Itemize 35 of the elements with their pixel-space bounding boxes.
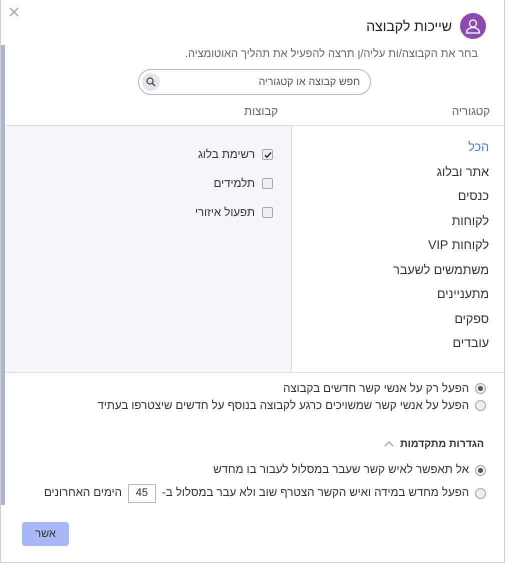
category-item[interactable]: כנסים [458, 187, 504, 212]
radio-label: הפעל מחדש במידה ואיש הקשר הצטרף שוב ולא עבר במסלול ב- [162, 487, 469, 500]
column-header: קטגוריה [452, 106, 491, 118]
dialog-title: שייכות לקבוצה [366, 18, 452, 34]
category-item[interactable]: ספקים [454, 310, 504, 334]
confirm-button[interactable]: אשר [22, 522, 69, 546]
radio-button[interactable] [475, 464, 486, 476]
close-icon[interactable] [9, 7, 19, 17]
radio-label: הימים האחרונים [44, 487, 122, 500]
checkbox-label: רשימת בלוג [198, 148, 255, 161]
radio-button[interactable] [475, 488, 486, 499]
caret-icon[interactable] [384, 441, 394, 448]
checkbox-label: תלמידים [214, 178, 255, 190]
radio-button[interactable] [475, 400, 486, 412]
section-title: הגדרות מתקדמות [400, 438, 484, 450]
category-item[interactable]: מתעניינים [437, 285, 504, 310]
checkbox[interactable] [262, 149, 273, 160]
column-header: קבוצות [244, 106, 279, 118]
search-field[interactable]: חפש קבוצה או קטגוריה [138, 69, 371, 95]
radio-label: הפעל על אנשי קשר שמשויכים כרגע לקבוצה בנוסף על חדשים שיצטרפו בעתיד [98, 400, 469, 412]
checkbox[interactable] [262, 207, 273, 218]
category-item[interactable]: עובדים [452, 334, 504, 359]
category-item[interactable]: הכל [468, 138, 504, 163]
number-field[interactable]: 45 [128, 484, 156, 503]
radio-label: אל תאפשר לאיש קשר שעבר במסלול לעבור בו מחדש [213, 464, 469, 476]
checkbox-label: תפעול איזורי [195, 206, 255, 219]
category-item[interactable]: לקוחות [452, 212, 504, 236]
radio-label: הפעל רק על אנשי קשר חדשים בקבוצה [283, 382, 469, 395]
radio-button[interactable] [475, 383, 486, 394]
checkbox[interactable] [262, 178, 273, 190]
category-item[interactable]: אתר ובלוג [436, 162, 504, 188]
category-item[interactable]: משתמשים לשעבר [393, 260, 504, 286]
instruction-text: בחר את הקבוצה/ות עליה/ן תרצה להפעיל את תהליך האוטומציה. [184, 47, 479, 61]
user-icon [460, 13, 486, 39]
category-item[interactable]: לקוחות VIP [428, 236, 504, 261]
